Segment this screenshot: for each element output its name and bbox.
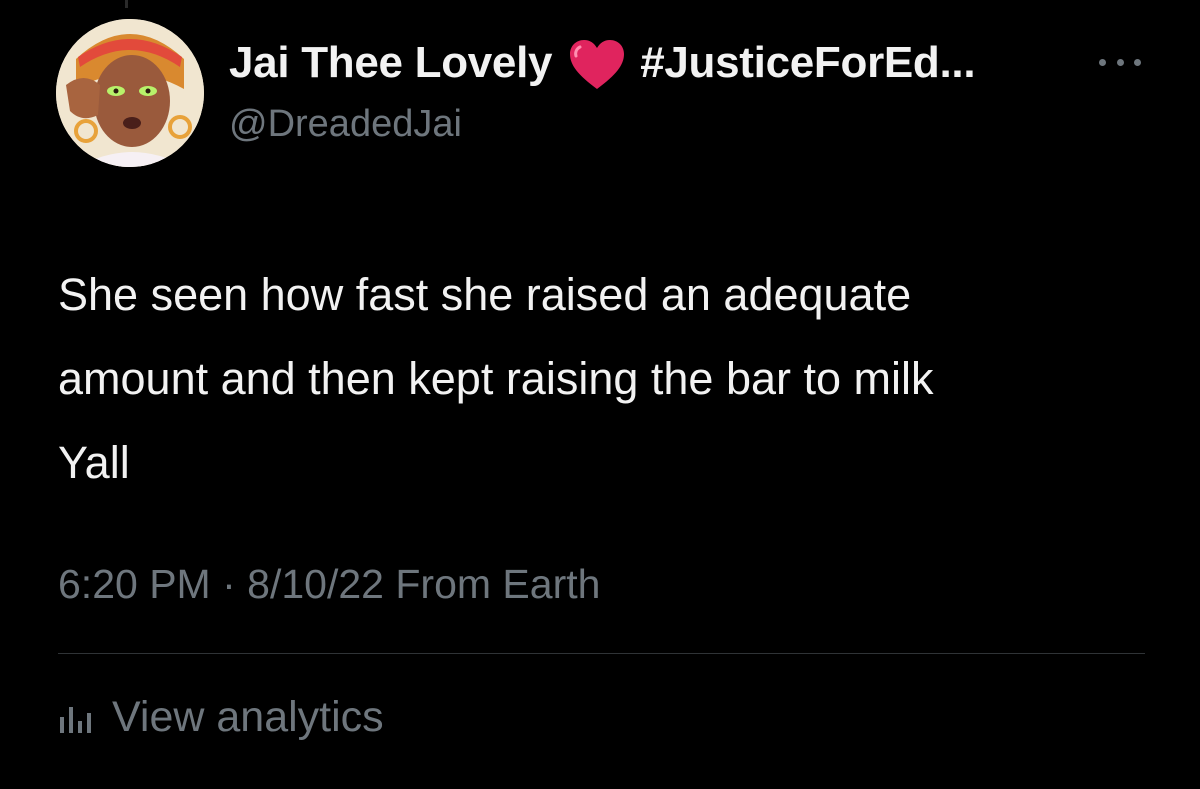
dot: [1116, 58, 1124, 66]
tweet-time[interactable]: 6:20 PM: [58, 561, 211, 607]
view-analytics-label: View analytics: [112, 693, 384, 741]
more-options-icon[interactable]: [1099, 52, 1141, 72]
author-display-name-row[interactable]: Jai Thee Lovely #JusticeForEd...: [229, 37, 976, 91]
view-analytics-button[interactable]: View analytics: [58, 693, 384, 742]
tweet-text-line: Yall: [58, 437, 130, 488]
tweet-metadata: 6:20 PM · 8/10/22 From Earth: [58, 561, 600, 608]
author-hashtag[interactable]: #JusticeForEd...: [640, 38, 975, 88]
heart-icon: [568, 39, 626, 91]
tweet-text: She seen how fast she raised an adequate…: [58, 253, 1158, 505]
dot: [1134, 58, 1141, 66]
divider: [58, 653, 1145, 654]
avatar-illustration: [56, 19, 204, 167]
author-handle[interactable]: @DreadedJai: [229, 103, 462, 146]
metadata-separator: ·: [222, 561, 236, 607]
tweet-source: From Earth: [395, 561, 601, 607]
dot: [1099, 58, 1106, 66]
analytics-icon: [58, 703, 96, 733]
tweet-date[interactable]: 8/10/22: [247, 561, 384, 607]
top-edge-marker: [125, 0, 128, 8]
tweet-text-line: amount and then kept raising the bar to …: [58, 353, 934, 404]
tweet-text-line: She seen how fast she raised an adequate: [58, 269, 912, 320]
avatar[interactable]: [56, 19, 204, 167]
author-display-name[interactable]: Jai Thee Lovely: [229, 38, 553, 88]
